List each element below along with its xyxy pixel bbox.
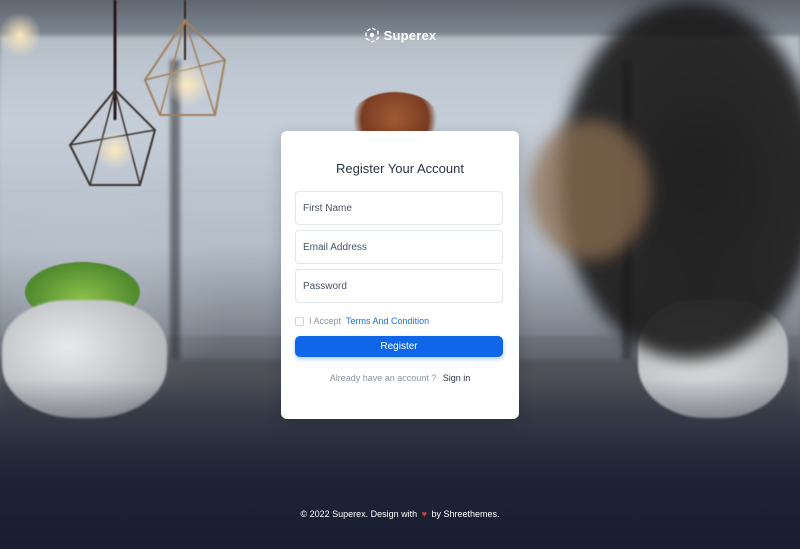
copyright-prefix: © 2022 Superex. Design with xyxy=(300,509,418,519)
superex-logo-icon xyxy=(364,27,379,43)
first-name-input[interactable] xyxy=(295,191,503,225)
register-button[interactable]: Register xyxy=(295,336,503,357)
heart-icon: ♥ xyxy=(421,509,427,519)
signin-link[interactable]: Sign in xyxy=(443,373,471,383)
signin-prompt: Already have an account ? xyxy=(329,373,437,383)
register-title: Register Your Account xyxy=(336,161,464,176)
terms-checkbox[interactable] xyxy=(295,316,304,326)
terms-row: I Accept Terms And Condition xyxy=(295,316,505,326)
brand-name: Superex xyxy=(383,27,437,43)
email-input[interactable] xyxy=(295,230,503,264)
password-input[interactable] xyxy=(295,269,503,303)
footer-by-text: by Shreethemes. xyxy=(431,509,500,519)
register-card: Register Your Account I Accept Terms And… xyxy=(281,131,519,419)
brand[interactable]: Superex xyxy=(0,27,800,43)
footer: © 2022 Superex. Design with ♥ by Shreeth… xyxy=(0,509,800,519)
terms-link[interactable]: Terms And Condition xyxy=(346,316,429,326)
signin-row: Already have an account ? Sign in xyxy=(295,373,505,383)
terms-prefix: I Accept xyxy=(309,316,342,326)
